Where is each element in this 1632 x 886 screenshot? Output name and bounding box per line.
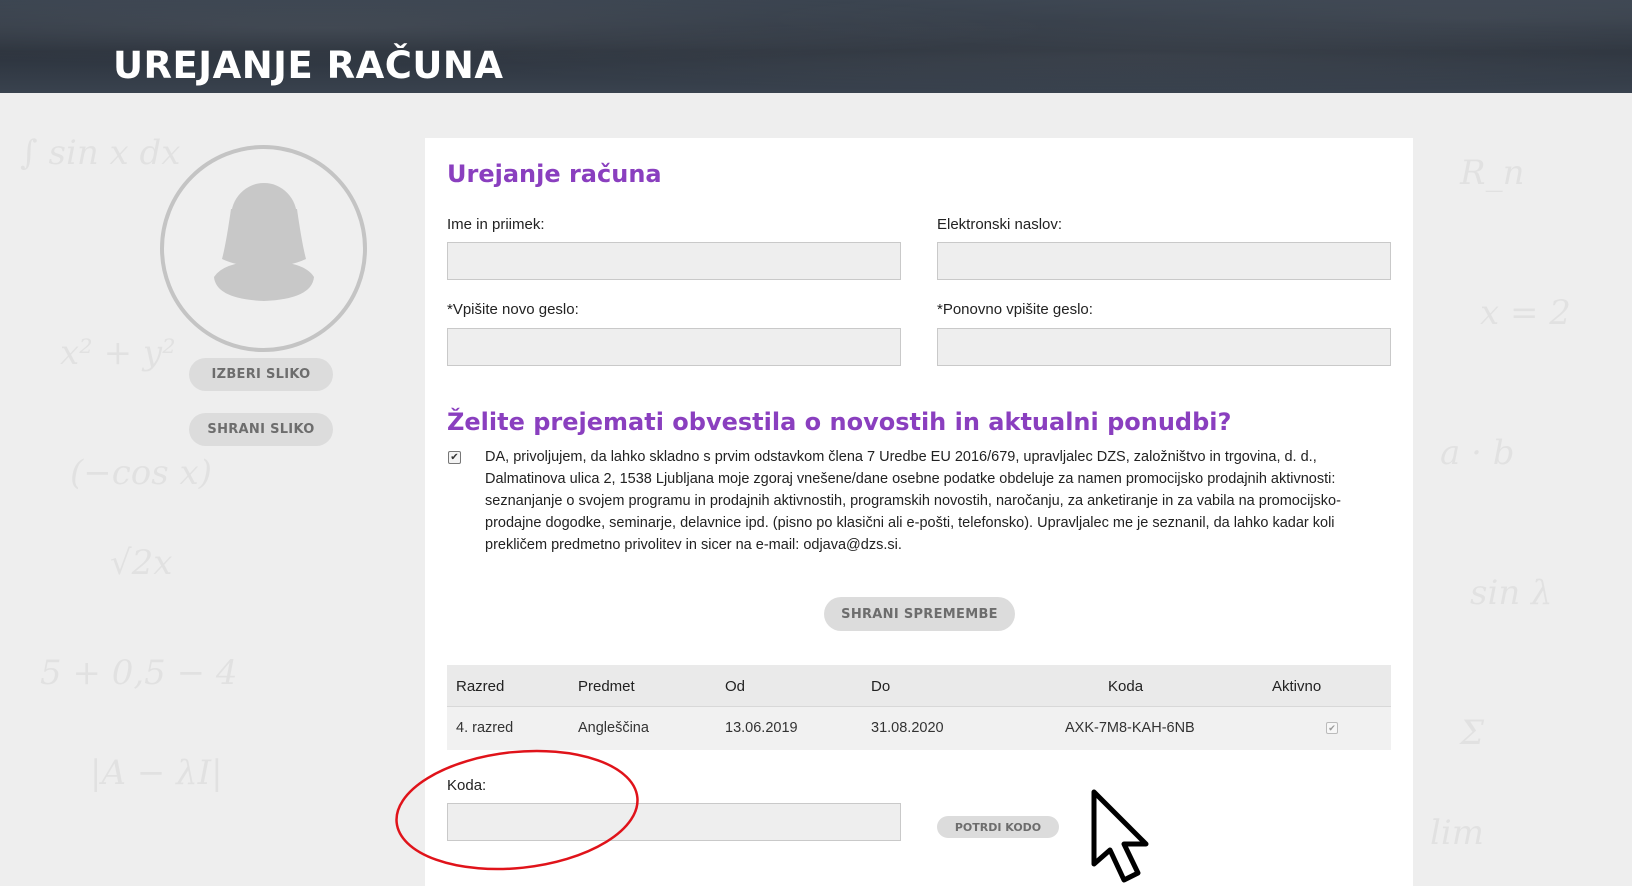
consent-checkbox[interactable]: ✔: [448, 451, 461, 464]
form-heading: Urejanje računa: [447, 160, 662, 188]
table-header: Razred Predmet Od Do Koda Aktivno: [447, 665, 1391, 707]
column-header-od: Od: [725, 678, 746, 695]
mouse-cursor-icon: [1091, 789, 1149, 883]
active-checkbox: ✔: [1326, 722, 1338, 734]
column-header-aktivno: Aktivno: [1272, 678, 1322, 695]
save-image-button[interactable]: SHRANI SLIKO: [189, 413, 333, 446]
name-label: Ime in priimek:: [447, 216, 545, 233]
table-row: 4. razred Angleščina 13.06.2019 31.08.20…: [447, 707, 1391, 750]
subscriptions-table: Razred Predmet Od Do Koda Aktivno 4. raz…: [447, 665, 1391, 750]
confirm-code-button[interactable]: POTRDI KODO: [937, 816, 1059, 838]
check-icon: ✔: [450, 452, 459, 463]
check-icon: ✔: [1328, 723, 1336, 733]
avatar: [160, 145, 367, 352]
name-input[interactable]: [447, 242, 901, 280]
page-title: UREJANJE RAČUNA: [113, 44, 504, 87]
new-password-label: *Vpišite novo geslo:: [447, 301, 579, 318]
new-password-input[interactable]: [447, 328, 901, 366]
newsletter-heading: Želite prejemati obvestila o novostih in…: [447, 408, 1232, 436]
consent-text: DA, privoljujem, da lahko skladno s prvi…: [485, 449, 1341, 553]
user-silhouette-icon: [214, 183, 314, 301]
repeat-password-label: *Ponovno vpišite geslo:: [937, 301, 1093, 318]
cell-razred: 4. razred: [456, 720, 514, 736]
repeat-password-input[interactable]: [937, 328, 1391, 366]
column-header-koda: Koda: [1108, 678, 1144, 695]
column-header-do: Do: [871, 678, 891, 695]
email-label: Elektronski naslov:: [937, 216, 1063, 233]
email-input[interactable]: [937, 242, 1391, 280]
choose-image-button[interactable]: IZBERI SLIKO: [189, 358, 333, 391]
cell-koda: AXK-7M8-KAH-6NB: [1065, 720, 1195, 736]
cell-do: 31.08.2020: [871, 720, 944, 736]
cell-predmet: Angleščina: [578, 720, 649, 736]
page-header: UREJANJE RAČUNA: [0, 0, 1632, 93]
column-header-razred: Razred: [456, 678, 505, 695]
column-header-predmet: Predmet: [578, 678, 635, 695]
annotation-ellipse: [395, 749, 639, 871]
save-changes-button[interactable]: SHRANI SPREMEMBE: [824, 597, 1015, 631]
cell-od: 13.06.2019: [725, 720, 798, 736]
